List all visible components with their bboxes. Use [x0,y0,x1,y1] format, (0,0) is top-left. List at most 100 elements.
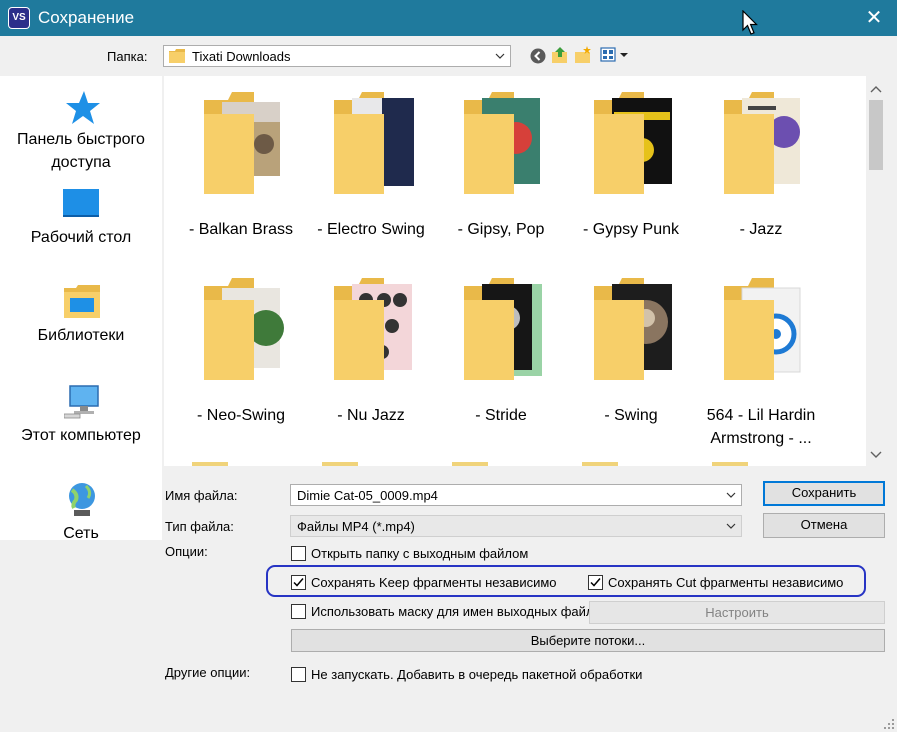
folder-icon-partial [712,462,748,466]
checkbox-box[interactable] [588,575,603,590]
keep-fragments-checkbox[interactable]: Сохранять Keep фрагменты независимо [291,574,561,592]
libraries-icon [64,285,100,318]
place-label: Панель быстрого доступа [17,131,145,171]
app-icon: VS [8,7,30,29]
file-item[interactable]: - Gipsy, Pop [436,92,566,242]
folder-icon [594,278,672,380]
place-desktop[interactable]: Рабочий стол [0,186,162,256]
file-name: - Electro Swing [317,221,425,238]
file-name: - Gypsy Punk [582,221,680,238]
place-quick-access[interactable]: Панель быстрого доступа [0,90,162,190]
checkbox-box[interactable] [291,546,306,561]
title-bar[interactable]: VS Сохранение ✕ [0,0,897,36]
file-name: - Swing [604,407,658,424]
file-list[interactable]: - Balkan Brass - Electro Swing - Gipsy, … [164,76,866,466]
file-item[interactable]: - Stride [436,278,566,448]
folder-icon [724,92,800,194]
folder-icon [464,278,542,380]
up-folder-icon[interactable] [551,46,569,64]
scrollbar-thumb[interactable] [869,100,883,170]
desktop-icon [63,189,99,217]
window-title: Сохранение [38,8,135,27]
file-item[interactable]: - Jazz [696,92,826,242]
file-name: - Stride [475,407,527,424]
file-name: - Neo-Swing [196,407,286,424]
folder-icon [464,92,540,194]
filename-label: Имя файла: [165,488,238,503]
checkbox-box[interactable] [291,604,306,619]
file-item[interactable]: 564 - Lil Hardin Armstrong - ... [696,278,826,448]
file-name: - Jazz [739,221,783,238]
file-name: 564 - Lil Hardin Armstrong - ... [706,407,816,447]
folder-label: Папка: [107,49,148,64]
filename-value: Dimie Cat-05_0009.mp4 [297,488,438,503]
place-label: Этот компьютер [21,427,141,444]
file-list-scrollbar[interactable] [866,76,886,466]
place-label: Рабочий стол [30,229,132,246]
folder-icon-partial [192,462,228,466]
filetype-label: Тип файла: [165,519,234,534]
cut-fragments-checkbox[interactable]: Сохранять Cut фрагменты независимо [588,574,848,592]
place-this-pc[interactable]: Этот компьютер [0,384,162,454]
scroll-up-icon[interactable] [870,84,882,94]
folder-icon [204,278,284,380]
checkbox-label: Не запускать. Добавить в очередь пакетно… [311,667,643,682]
configure-button[interactable]: Настроить [589,601,885,624]
checkbox-label: Сохранять Keep фрагменты независимо [311,575,557,590]
folder-icon-partial [582,462,618,466]
place-label: Библиотеки [37,327,125,344]
select-streams-button[interactable]: Выберите потоки... [291,629,885,652]
open-folder-checkbox[interactable]: Открыть папку с выходным файлом [291,545,571,563]
folder-icon [594,92,672,194]
file-item[interactable]: - Nu Jazz [306,278,436,448]
other-options-label: Другие опции: [165,665,251,680]
file-item[interactable]: - Neo-Swing [176,278,306,448]
star-icon [66,91,100,124]
checkbox-box[interactable] [291,667,306,682]
checkbox-label: Использовать маску для имен выходных фай… [311,604,589,619]
use-mask-checkbox[interactable]: Использовать маску для имен выходных фай… [291,603,589,621]
cancel-button[interactable]: Отмена [763,513,885,538]
resize-grip-icon[interactable] [883,718,895,730]
back-icon[interactable] [529,47,547,65]
filename-input[interactable]: Dimie Cat-05_0009.mp4 [290,484,742,506]
save-button[interactable]: Сохранить [763,481,885,506]
scroll-down-icon[interactable] [870,450,882,460]
close-button[interactable]: ✕ [857,3,891,33]
folder-dropdown[interactable]: Tixati Downloads [163,45,511,67]
chevron-down-icon [495,53,505,59]
chevron-down-icon[interactable] [725,488,737,502]
mouse-cursor-icon [742,10,758,35]
file-name: - Balkan Brass [188,221,294,238]
folder-small-icon [169,49,185,63]
file-name: - Gipsy, Pop [457,221,545,238]
checkbox-label: Открыть папку с выходным файлом [311,546,529,561]
file-item[interactable]: - Gypsy Punk [566,92,696,242]
view-menu-icon[interactable] [600,46,630,64]
chevron-down-icon [726,523,736,529]
checkbox-label: Сохранять Cut фрагменты независимо [608,575,844,590]
folder-icon [724,278,801,380]
file-item[interactable]: - Electro Swing [306,92,436,242]
folder-value: Tixati Downloads [192,49,291,64]
folder-icon [334,278,412,380]
place-libraries[interactable]: Библиотеки [0,284,162,354]
no-start-checkbox[interactable]: Не запускать. Добавить в очередь пакетно… [291,666,671,684]
check-icon [293,578,304,587]
network-icon [69,483,95,516]
file-item[interactable]: - Swing [566,278,696,448]
folder-icon [204,92,280,194]
computer-icon [64,385,99,419]
place-label: Сеть [63,525,99,540]
folder-icon [334,92,414,194]
file-item[interactable]: - Balkan Brass [176,92,306,242]
checkbox-box[interactable] [291,575,306,590]
options-label: Опции: [165,544,208,559]
filetype-value: Файлы MP4 (*.mp4) [297,519,415,534]
check-icon [590,578,601,587]
place-network[interactable]: Сеть [0,482,162,540]
new-folder-icon[interactable] [574,46,592,64]
filetype-dropdown[interactable]: Файлы MP4 (*.mp4) [290,515,742,537]
places-bar: Панель быстрого доступа Рабочий стол Биб… [0,76,162,540]
file-name: - Nu Jazz [337,407,405,424]
